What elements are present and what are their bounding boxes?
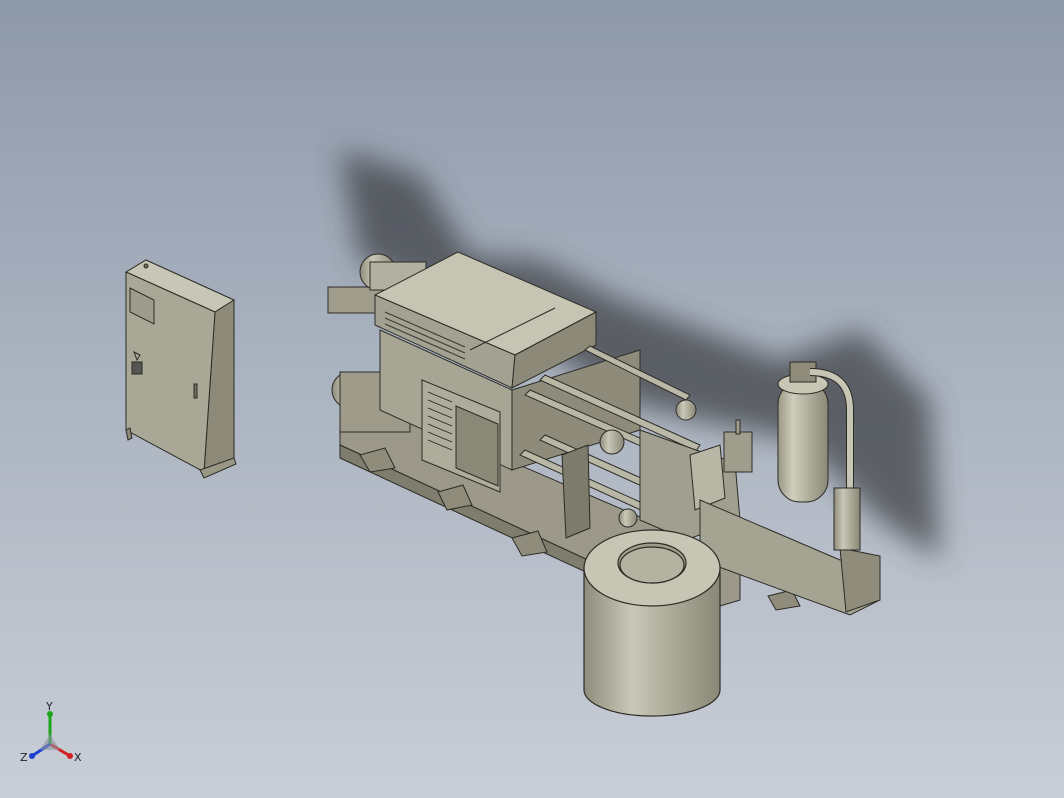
die-casting-machine-model[interactable] <box>0 0 1064 798</box>
cabinet-switch-icon <box>131 361 143 375</box>
view-orientation-triad[interactable]: X Y Z <box>14 700 94 780</box>
x-axis-label: X <box>74 751 82 764</box>
y-axis-label: Y <box>45 700 53 713</box>
hydraulic-accumulator <box>777 381 829 503</box>
cad-graphics-viewport[interactable]: X Y Z <box>0 0 1064 798</box>
holding-furnace[interactable] <box>583 529 721 717</box>
z-axis-label: Z <box>20 751 28 764</box>
cabinet-handle <box>193 383 198 399</box>
control-cabinet[interactable] <box>124 259 237 479</box>
triad-center-icon <box>40 734 60 750</box>
